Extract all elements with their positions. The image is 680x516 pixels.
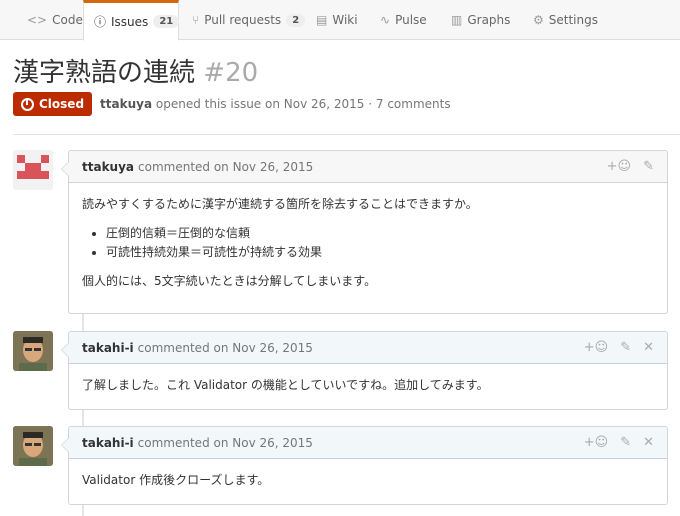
add-reaction-icon[interactable]: +☺ bbox=[584, 435, 608, 450]
user-photo-avatar bbox=[13, 426, 53, 466]
pulse-icon: ∿ bbox=[380, 13, 391, 27]
issue-author-link[interactable]: ttakuya bbox=[100, 97, 152, 111]
tab-code[interactable]: <> Code bbox=[17, 0, 93, 40]
comment-paragraph: 読みやすくするために漢字が連続する箇所を除去することはできますか。 bbox=[82, 197, 478, 211]
tab-label: Code bbox=[52, 13, 83, 27]
user-photo-avatar bbox=[13, 331, 53, 371]
tab-settings[interactable]: ⚙ Settings bbox=[523, 0, 608, 40]
pencil-icon[interactable]: ✎ bbox=[620, 340, 631, 355]
comment-actions: +☺ ✎ ✕ bbox=[584, 435, 654, 450]
add-reaction-icon[interactable]: +☺ bbox=[584, 340, 608, 355]
comment-author[interactable]: ttakuya bbox=[82, 160, 134, 174]
pencil-icon[interactable]: ✎ bbox=[620, 435, 631, 450]
comment-paragraph: Validator 作成後クローズします。 bbox=[82, 473, 270, 487]
tab-label: Issues bbox=[111, 14, 149, 29]
close-icon[interactable]: ✕ bbox=[643, 435, 654, 450]
tab-graphs[interactable]: ▥ Graphs bbox=[441, 0, 520, 40]
issue-meta: Closed ttakuya opened this issue on Nov … bbox=[13, 92, 451, 116]
header-divider bbox=[13, 134, 680, 135]
repo-nav-tabs: <> Code ⓘ Issues 21 ⑂ Pull requests 2 ▤ … bbox=[0, 0, 680, 41]
add-reaction-icon[interactable]: +☺ bbox=[607, 159, 631, 174]
issue-opened-text: opened this issue on Nov 26, 2015 · 7 co… bbox=[155, 97, 451, 111]
issue-number: #20 bbox=[203, 58, 259, 88]
comment-author[interactable]: takahi-i bbox=[82, 341, 134, 355]
avatar[interactable] bbox=[13, 331, 53, 371]
comment-body: 読みやすくするために漢字が連続する箇所を除去することはできますか。 圧倒的信頼＝… bbox=[69, 183, 667, 305]
tab-label: Settings bbox=[548, 13, 598, 27]
tab-label: Wiki bbox=[332, 13, 358, 27]
comment-date[interactable]: commented on Nov 26, 2015 bbox=[138, 341, 313, 355]
graph-icon: ▥ bbox=[451, 13, 463, 27]
tab-wiki[interactable]: ▤ Wiki bbox=[306, 0, 368, 40]
status-badge: Closed bbox=[13, 92, 93, 116]
comment-header: takahi-i commented on Nov 26, 2015 +☺ ✎ … bbox=[69, 332, 667, 364]
comment-box: takahi-i commented on Nov 26, 2015 +☺ ✎ … bbox=[61, 426, 668, 505]
list-item: 圧倒的信頼＝圧倒的な信頼 bbox=[106, 224, 654, 243]
code-icon: <> bbox=[27, 13, 48, 27]
comment-header: ttakuya commented on Nov 26, 2015 +☺ ✎ bbox=[69, 151, 667, 183]
close-icon[interactable]: ✕ bbox=[643, 340, 654, 355]
identicon-avatar bbox=[13, 150, 53, 190]
issue-closed-icon bbox=[21, 97, 34, 111]
pull-requests-counter: 2 bbox=[286, 13, 306, 27]
tab-label: Graphs bbox=[467, 13, 511, 27]
comment-date[interactable]: commented on Nov 26, 2015 bbox=[138, 436, 313, 450]
issue-meta-text: ttakuya opened this issue on Nov 26, 201… bbox=[100, 97, 451, 111]
tab-pull-requests[interactable]: ⑂ Pull requests 2 bbox=[182, 0, 315, 40]
pull-request-icon: ⑂ bbox=[192, 13, 200, 27]
avatar[interactable] bbox=[13, 426, 53, 466]
list-item: 可読性持続効果＝可読性が持続する効果 bbox=[106, 243, 654, 262]
tab-issues[interactable]: ⓘ Issues 21 bbox=[83, 0, 180, 41]
comment-date[interactable]: commented on Nov 26, 2015 bbox=[138, 160, 313, 174]
issues-counter: 21 bbox=[153, 15, 180, 28]
tab-label: Pulse bbox=[395, 13, 427, 27]
tab-pulse[interactable]: ∿ Pulse bbox=[370, 0, 437, 40]
comment-paragraph: 個人的には、5文字続いたときは分解してしまいます。 bbox=[82, 274, 377, 288]
comment-body: 了解しました。これ Validator の機能としていいですね。追加してみます。 bbox=[69, 364, 667, 409]
issue-title-text: 漢字熟語の連続 bbox=[13, 58, 196, 88]
comment-author[interactable]: takahi-i bbox=[82, 436, 134, 450]
comment-paragraph: 了解しました。これ Validator の機能としていいですね。追加してみます。 bbox=[82, 378, 489, 392]
issue-title: 漢字熟語の連続 #20 bbox=[13, 52, 258, 89]
comment-body: Validator 作成後クローズします。 bbox=[69, 459, 667, 504]
comment-header: takahi-i commented on Nov 26, 2015 +☺ ✎ … bbox=[69, 427, 667, 459]
comment-actions: +☺ ✎ bbox=[607, 159, 654, 174]
issue-opened-icon: ⓘ bbox=[94, 15, 107, 29]
comment-list: 圧倒的信頼＝圧倒的な信頼 可読性持続効果＝可読性が持続する効果 bbox=[106, 224, 654, 262]
comment-box: takahi-i commented on Nov 26, 2015 +☺ ✎ … bbox=[61, 331, 668, 410]
avatar[interactable] bbox=[13, 150, 53, 190]
comment-box: ttakuya commented on Nov 26, 2015 +☺ ✎ 読… bbox=[61, 150, 668, 314]
book-icon: ▤ bbox=[316, 13, 328, 27]
gear-icon: ⚙ bbox=[533, 13, 544, 27]
comment-actions: +☺ ✎ ✕ bbox=[584, 340, 654, 355]
status-label: Closed bbox=[39, 97, 85, 111]
tab-label: Pull requests bbox=[204, 13, 282, 27]
pencil-icon[interactable]: ✎ bbox=[643, 159, 654, 174]
